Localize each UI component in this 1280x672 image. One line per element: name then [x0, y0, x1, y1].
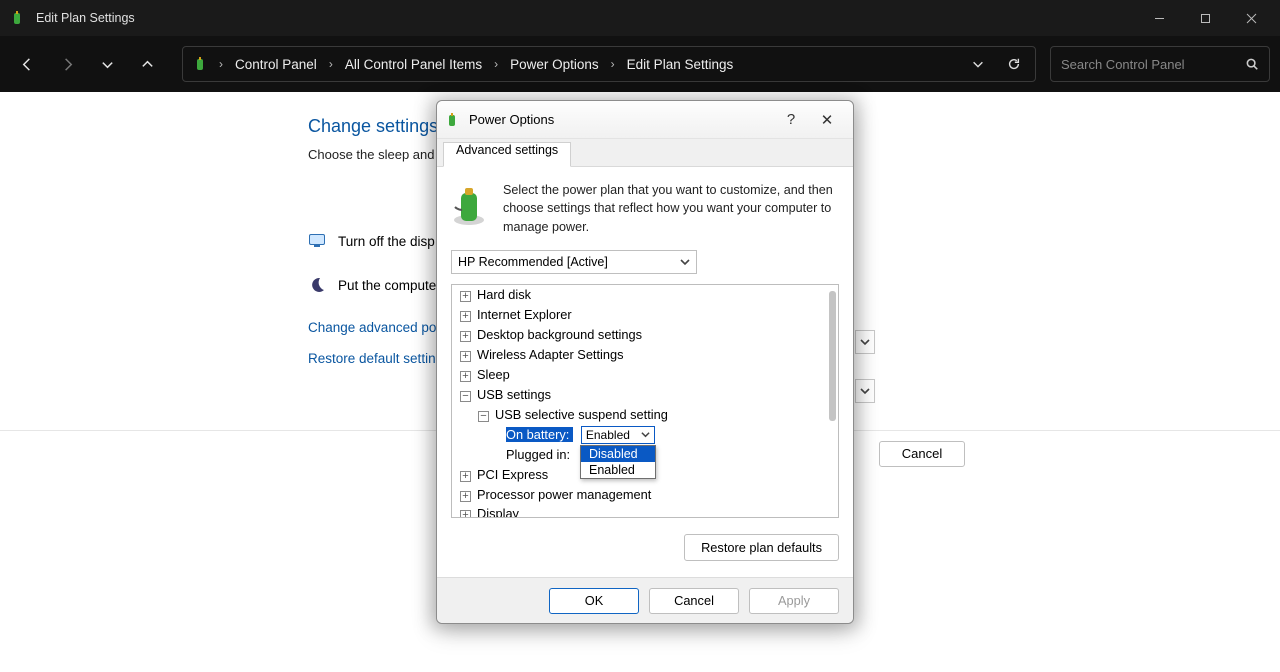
search-icon: [1245, 57, 1259, 71]
on-battery-label: On battery:: [506, 427, 573, 442]
dialog-help-button[interactable]: ?: [773, 107, 809, 133]
dialog-titlebar: Power Options ? ✕: [437, 101, 853, 139]
cancel-button[interactable]: Cancel: [649, 588, 739, 614]
app-icon: [10, 10, 26, 26]
close-button[interactable]: [1228, 0, 1274, 36]
dialog-tabstrip: Advanced settings: [437, 139, 853, 167]
on-battery-value: Enabled: [586, 425, 630, 445]
page-heading: Change settings: [308, 116, 438, 137]
tree-item-usb-selective[interactable]: −USB selective suspend setting: [452, 405, 838, 425]
tree-item[interactable]: +Hard disk: [452, 285, 838, 305]
expand-icon[interactable]: +: [460, 510, 471, 518]
expand-icon[interactable]: +: [460, 471, 471, 482]
breadcrumb-item[interactable]: All Control Panel Items: [343, 55, 484, 74]
nav-toolbar: › Control Panel › All Control Panel Item…: [0, 36, 1280, 92]
plugged-in-label: Plugged in:: [506, 447, 570, 462]
tree-item[interactable]: +Processor power management: [452, 485, 838, 505]
tab-advanced-settings[interactable]: Advanced settings: [443, 142, 571, 167]
breadcrumb-item[interactable]: Edit Plan Settings: [625, 55, 736, 74]
nav-up-button[interactable]: [130, 47, 164, 81]
plan-value: HP Recommended [Active]: [458, 255, 608, 269]
dialog-footer: OK Cancel Apply: [437, 577, 853, 623]
window-titlebar: Edit Plan Settings: [0, 0, 1280, 36]
dialog-explain: Select the power plan that you want to c…: [451, 181, 839, 236]
on-battery-combobox[interactable]: Enabled: [581, 426, 655, 444]
dialog-under-row: Restore plan defaults: [437, 524, 853, 561]
dropdown-option-disabled[interactable]: Disabled: [581, 446, 655, 462]
collapse-icon[interactable]: −: [460, 391, 471, 402]
maximize-button[interactable]: [1182, 0, 1228, 36]
apply-button[interactable]: Apply: [749, 588, 839, 614]
chevron-down-icon: [641, 430, 650, 439]
tree-item[interactable]: +Internet Explorer: [452, 305, 838, 325]
link-advanced[interactable]: Change advanced po: [308, 320, 438, 335]
nav-recent-button[interactable]: [90, 47, 124, 81]
row-put-to-sleep: Put the compute: [308, 276, 438, 294]
dialog-title: Power Options: [469, 112, 773, 127]
address-icon: [193, 56, 209, 72]
row-turn-off-display: Turn off the disp: [308, 232, 438, 250]
nav-back-button[interactable]: [10, 47, 44, 81]
dropdown-option-enabled[interactable]: Enabled: [581, 462, 655, 478]
tree-item[interactable]: +Display: [452, 504, 838, 518]
tree-item[interactable]: +Desktop background settings: [452, 325, 838, 345]
monitor-icon: [308, 232, 326, 250]
power-options-dialog: Power Options ? ✕ Advanced settings Sele…: [436, 100, 854, 624]
expand-icon[interactable]: +: [460, 491, 471, 502]
tree-item[interactable]: +Wireless Adapter Settings: [452, 345, 838, 365]
page-cancel-button[interactable]: Cancel: [879, 441, 965, 467]
restore-plan-defaults-button[interactable]: Restore plan defaults: [684, 534, 839, 561]
chevron-right-icon: ›: [607, 57, 619, 71]
chevron-right-icon: ›: [215, 57, 227, 71]
expand-icon[interactable]: +: [460, 291, 471, 302]
on-battery-dropdown[interactable]: Disabled Enabled: [580, 445, 656, 479]
row-label: Turn off the disp: [338, 234, 435, 249]
address-bar[interactable]: › Control Panel › All Control Panel Item…: [182, 46, 1036, 82]
breadcrumb-item[interactable]: Control Panel: [233, 55, 319, 74]
tree-scrollbar[interactable]: [829, 291, 836, 421]
address-history-button[interactable]: [963, 51, 993, 77]
page-subtitle: Choose the sleep and: [308, 147, 438, 162]
refresh-button[interactable]: [999, 51, 1029, 77]
dialog-explain-text: Select the power plan that you want to c…: [503, 181, 839, 236]
nav-forward-button[interactable]: [50, 47, 84, 81]
breadcrumb-item[interactable]: Power Options: [508, 55, 601, 74]
row-label: Put the compute: [338, 278, 436, 293]
collapse-icon[interactable]: −: [478, 411, 489, 422]
link-restore[interactable]: Restore default settin: [308, 351, 438, 366]
tree-item[interactable]: +Sleep: [452, 365, 838, 385]
expand-icon[interactable]: +: [460, 351, 471, 362]
expand-icon[interactable]: +: [460, 311, 471, 322]
moon-icon: [308, 276, 326, 294]
tree-item-usb-settings[interactable]: −USB settings: [452, 385, 838, 405]
battery-large-icon: [451, 185, 487, 229]
minimize-button[interactable]: [1136, 0, 1182, 36]
chevron-right-icon: ›: [490, 57, 502, 71]
search-input[interactable]: [1061, 57, 1245, 72]
tree-item-on-battery[interactable]: On battery: Enabled: [452, 425, 838, 445]
chevron-right-icon: ›: [325, 57, 337, 71]
settings-tree[interactable]: +Hard disk +Internet Explorer +Desktop b…: [451, 284, 839, 518]
dialog-close-button[interactable]: ✕: [809, 107, 845, 133]
ok-button[interactable]: OK: [549, 588, 639, 614]
plan-combobox[interactable]: HP Recommended [Active]: [451, 250, 697, 274]
expand-icon[interactable]: +: [460, 371, 471, 382]
expand-icon[interactable]: +: [460, 331, 471, 342]
window-title: Edit Plan Settings: [36, 11, 135, 25]
chevron-down-icon: [680, 257, 690, 267]
battery-icon: [445, 112, 461, 128]
search-box[interactable]: [1050, 46, 1270, 82]
